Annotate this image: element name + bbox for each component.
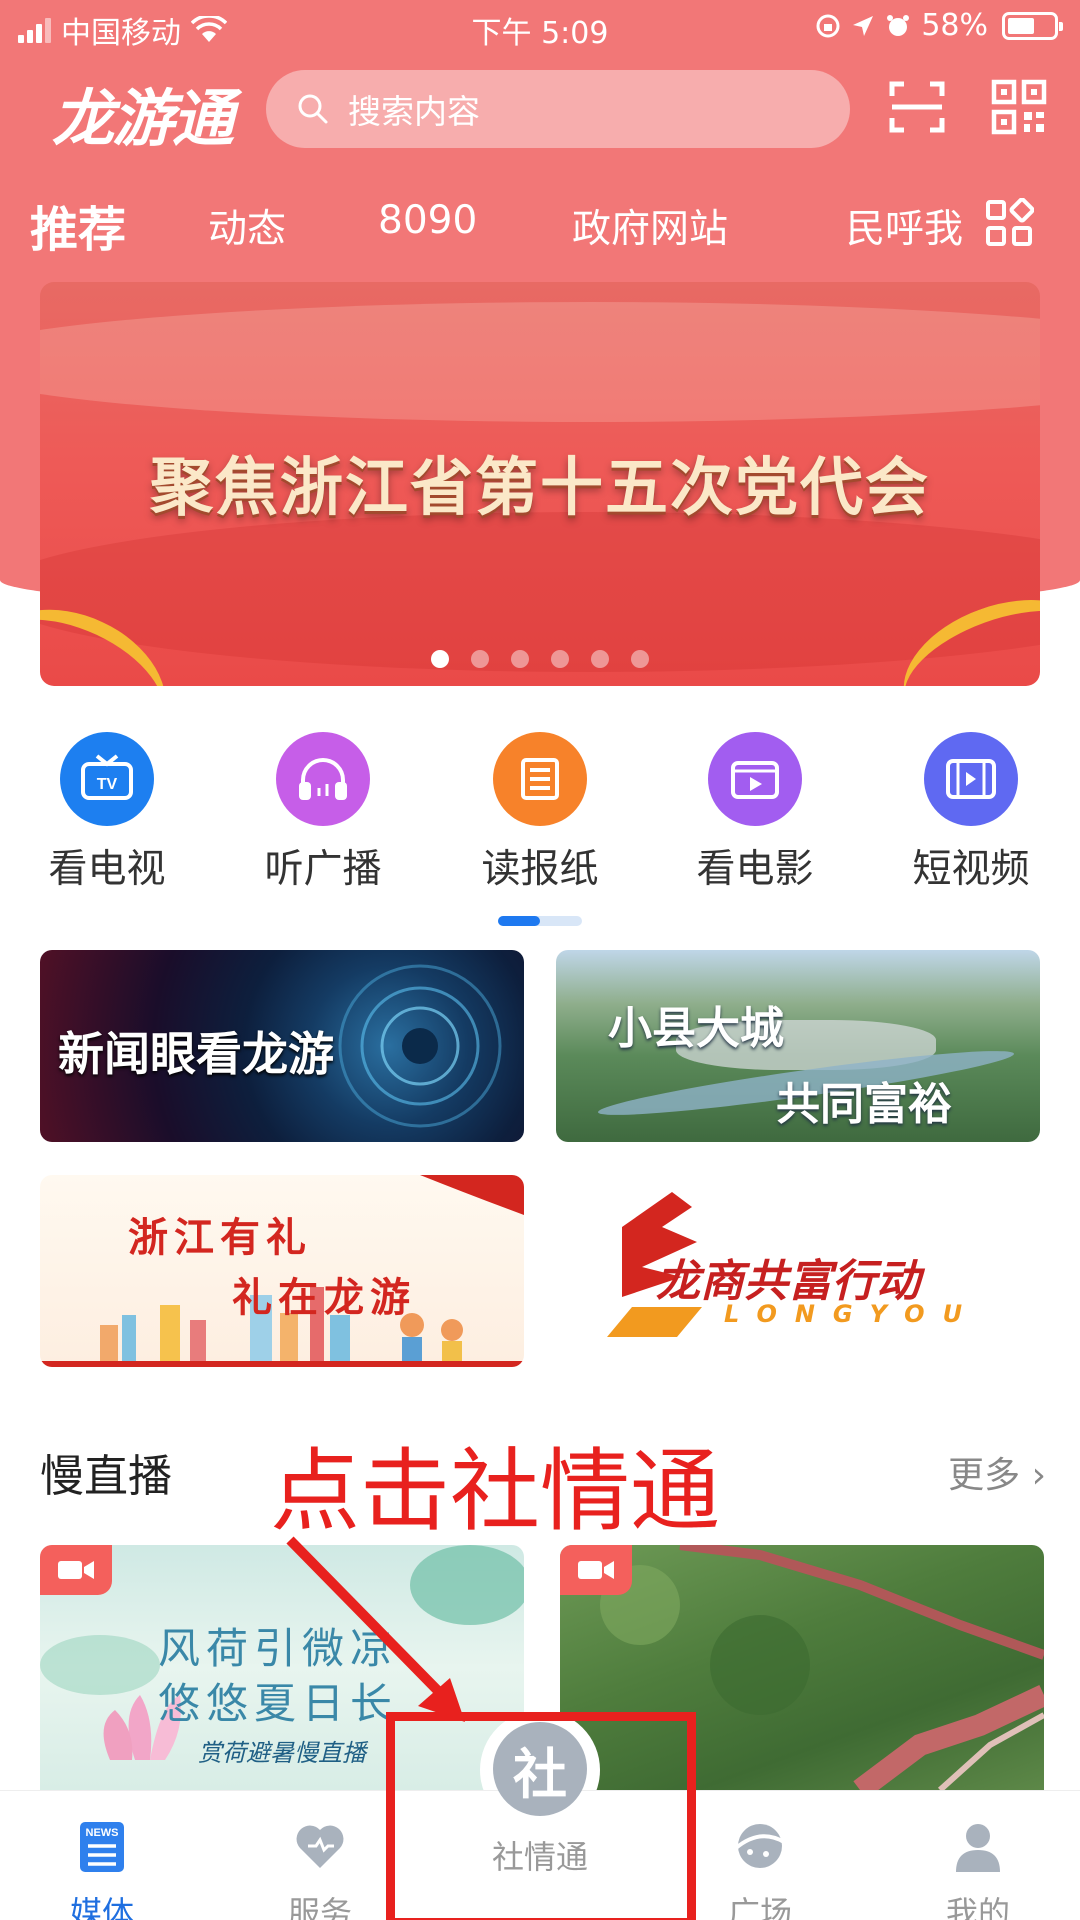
hero-banner[interactable]: 聚焦浙江省第十五次党代会 xyxy=(40,282,1040,686)
card-title: 浙江有礼 xyxy=(128,1215,312,1261)
battery-level xyxy=(1008,17,1034,34)
status-bar: 中国移动 下午 5:09 58% xyxy=(0,0,1080,56)
tab-government-site[interactable]: 政府网站 xyxy=(572,198,728,254)
video-badge xyxy=(560,1545,632,1595)
qrcode-icon[interactable] xyxy=(990,78,1048,136)
svg-text:TV: TV xyxy=(97,776,118,793)
vortex-graphic xyxy=(338,964,502,1128)
banner-dot[interactable] xyxy=(551,650,569,668)
card-subtitle: 礼在龙游 xyxy=(232,1275,416,1321)
tab-8090[interactable]: 8090 xyxy=(378,198,477,243)
svg-text:NEWS: NEWS xyxy=(86,1827,119,1839)
card-subtitle: LONGYOU xyxy=(724,1300,981,1328)
rotation-lock-icon xyxy=(816,14,840,37)
more-link[interactable]: 更多 › xyxy=(948,1446,1046,1498)
banner-dot[interactable] xyxy=(431,650,449,668)
banner-dot[interactable] xyxy=(471,650,489,668)
banner-dot[interactable] xyxy=(511,650,529,668)
annotation-text: 点击社情通 xyxy=(270,1439,720,1544)
feature-card-county-city[interactable]: 小县大城 共同富裕 xyxy=(556,950,1040,1142)
nav-plaza[interactable]: 广场 xyxy=(680,1818,840,1920)
chevron-right-icon: › xyxy=(1031,1455,1046,1496)
quick-label: 看电影 xyxy=(696,847,814,892)
annotation-highlight-box xyxy=(386,1712,696,1920)
location-icon xyxy=(853,15,874,36)
feature-card-news-eye[interactable]: 新闻眼看龙游 xyxy=(40,950,524,1142)
more-label: 更多 xyxy=(948,1455,1021,1496)
nav-mine[interactable]: 我的 xyxy=(898,1818,1058,1920)
quick-listen-radio[interactable]: 听广播 xyxy=(233,732,413,894)
nav-service[interactable]: 服务 xyxy=(240,1818,400,1920)
scan-icon[interactable] xyxy=(888,78,946,136)
nav-label: 广场 xyxy=(727,1894,792,1920)
nav-label: 服务 xyxy=(287,1894,352,1920)
search-icon xyxy=(298,94,328,124)
plaza-icon xyxy=(734,1824,786,1868)
quick-watch-movie[interactable]: 看电影 xyxy=(665,732,845,894)
banner-wave xyxy=(40,302,1040,422)
user-icon xyxy=(956,1824,1000,1872)
quick-read-newspaper[interactable]: 读报纸 xyxy=(450,732,630,894)
card-subtitle: 共同富裕 xyxy=(776,1079,952,1130)
channel-grid-icon[interactable] xyxy=(984,198,1034,248)
film-icon xyxy=(708,732,802,826)
search-placeholder: 搜索内容 xyxy=(348,92,480,131)
quick-label: 听广播 xyxy=(264,847,382,892)
news-icon: NEWS xyxy=(80,1822,124,1872)
annotation-arrow-icon xyxy=(286,1536,465,1722)
tv-icon: TV xyxy=(60,732,154,826)
quick-actions-pager xyxy=(498,916,582,926)
video-camera-icon xyxy=(578,1561,614,1579)
headphones-icon xyxy=(276,732,370,826)
banner-dot[interactable] xyxy=(591,650,609,668)
video-camera-icon xyxy=(58,1561,94,1579)
quick-label: 读报纸 xyxy=(481,847,599,892)
tab-minhuwo[interactable]: 民呼我 xyxy=(846,198,963,254)
tab-recommend[interactable]: 推荐 xyxy=(30,190,126,260)
search-bar[interactable]: 搜索内容 xyxy=(266,70,850,148)
alarm-icon xyxy=(887,14,910,36)
quick-label: 看电视 xyxy=(48,847,166,892)
battery-percent: 58% xyxy=(921,8,988,43)
video-icon xyxy=(924,732,1018,826)
newspaper-icon xyxy=(493,732,587,826)
nav-label: 媒体 xyxy=(69,1894,134,1920)
app-logo: 龙游通 xyxy=(52,82,234,155)
banner-wave xyxy=(40,512,1040,672)
tab-dynamic[interactable]: 动态 xyxy=(208,198,286,254)
nav-media[interactable]: NEWS 媒体 xyxy=(22,1818,182,1920)
heart-icon xyxy=(296,1825,344,1868)
feature-card-zhejiang-courtesy[interactable]: 浙江有礼 礼在龙游 xyxy=(40,1175,524,1367)
quick-label: 短视频 xyxy=(912,847,1030,892)
card-title: 小县大城 xyxy=(608,1003,784,1054)
feature-card-longshang[interactable]: 龙商共富行动 LONGYOU xyxy=(556,1175,1040,1367)
section-title-slow-live: 慢直播 xyxy=(40,1451,172,1502)
banner-title: 聚焦浙江省第十五次党代会 xyxy=(150,451,930,524)
channel-tabs: 推荐 动态 8090 政府网站 民呼我 xyxy=(0,190,1080,260)
battery-icon xyxy=(1002,11,1063,40)
banner-pagination xyxy=(0,650,1080,668)
app-screen: 中国移动 下午 5:09 58% 龙游通 搜索内容 推荐 动态 8090 政府网… xyxy=(0,0,1080,1920)
nav-label: 我的 xyxy=(945,1894,1010,1920)
video-badge xyxy=(40,1545,112,1595)
card-title: 新闻眼看龙游 xyxy=(58,1027,334,1081)
banner-dot[interactable] xyxy=(631,650,649,668)
quick-short-video[interactable]: 短视频 xyxy=(881,732,1061,894)
pager-indicator xyxy=(498,916,540,926)
quick-watch-tv[interactable]: TV 看电视 xyxy=(17,732,197,894)
quick-actions: TV 看电视 听广播 读报纸 看电影 短视频 xyxy=(0,732,1080,892)
